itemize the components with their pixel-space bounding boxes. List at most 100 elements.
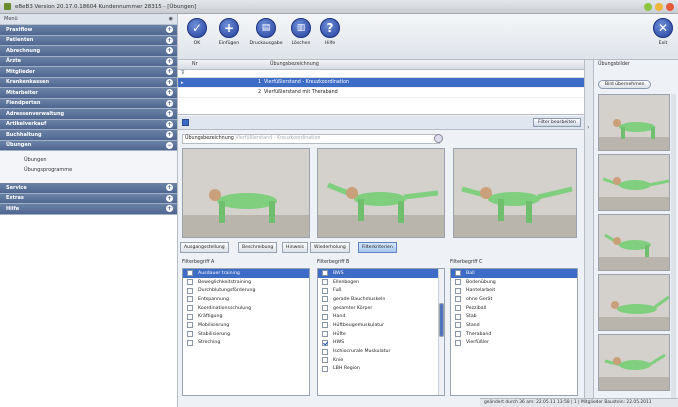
checkbox[interactable]: [187, 305, 193, 312]
list-item[interactable]: LBH Region: [318, 365, 444, 374]
checkbox[interactable]: [322, 279, 328, 286]
list-item[interactable]: Hüfte: [318, 330, 444, 339]
checkbox[interactable]: [187, 339, 193, 346]
sidebar-group-mitarbeiter[interactable]: Mitarbeiter +: [0, 88, 177, 99]
list-item[interactable]: Vierfüßler: [451, 339, 577, 348]
checkbox[interactable]: [322, 322, 328, 329]
expand-icon[interactable]: +: [166, 131, 173, 139]
checkbox-checked[interactable]: [322, 339, 328, 346]
checkbox[interactable]: [455, 305, 461, 312]
sidebar-group-fiendperten[interactable]: Fiendperten +: [0, 98, 177, 109]
edit-name-icon[interactable]: [434, 134, 443, 143]
checkbox[interactable]: [187, 313, 193, 320]
exit-button[interactable]: ✕ Exit: [648, 18, 678, 46]
sidebar-group-aerzte[interactable]: Ärzte +: [0, 56, 177, 67]
expand-icon[interactable]: +: [166, 110, 173, 118]
column-header-name[interactable]: Übungsbezeichnung: [270, 62, 319, 67]
list-item[interactable]: Entspannung: [183, 295, 309, 304]
expand-icon[interactable]: +: [166, 68, 173, 76]
list-item[interactable]: Knie: [318, 356, 444, 365]
collapse-icon[interactable]: ◉: [169, 16, 173, 22]
sidebar-group-extras[interactable]: Extras +: [0, 193, 177, 204]
sidebar-group-krankenkassen[interactable]: Krankenkassen +: [0, 77, 177, 88]
exercise-photo-3[interactable]: [453, 148, 577, 238]
checkbox[interactable]: [187, 279, 193, 286]
checkbox[interactable]: [455, 331, 461, 338]
list-item[interactable]: Hand: [318, 312, 444, 321]
tab-hinweis[interactable]: Hinweis: [282, 242, 308, 253]
expand-icon[interactable]: +: [166, 78, 173, 86]
checkbox[interactable]: [322, 296, 328, 303]
list-item[interactable]: Stabilisierung: [183, 330, 309, 339]
delete-button[interactable]: ▥ Löschen: [286, 18, 316, 46]
sidebar-group-abrechnung[interactable]: Abrechnung +: [0, 46, 177, 57]
checkbox[interactable]: [455, 339, 461, 346]
expand-icon[interactable]: +: [166, 89, 173, 97]
tab-ausgangsstellung[interactable]: Ausgangsstellung: [180, 242, 229, 253]
list-item[interactable]: Stab: [451, 312, 577, 321]
checkbox[interactable]: [455, 313, 461, 320]
list-item[interactable]: Theraband: [451, 330, 577, 339]
checkbox[interactable]: [322, 313, 328, 320]
checkbox[interactable]: [187, 287, 193, 294]
checkbox[interactable]: [455, 287, 461, 294]
checkbox[interactable]: [322, 357, 328, 364]
sidebar-group-adressen[interactable]: Adressenverwaltung +: [0, 109, 177, 120]
apply-image-button[interactable]: Bild übernehmen: [598, 80, 652, 89]
expand-icon[interactable]: +: [166, 184, 173, 192]
images-scrollbar[interactable]: [671, 94, 676, 407]
filter-b-scrollbar[interactable]: [438, 269, 444, 395]
checkbox[interactable]: [455, 279, 461, 286]
exercise-name-field[interactable]: Übungsbezeichnung Vierfüßlerstand - Kreu…: [182, 134, 440, 144]
close-window-button[interactable]: [666, 3, 674, 11]
sidebar-group-praxiflow[interactable]: Praxiflow +: [0, 25, 177, 36]
help-button[interactable]: ? Hilfe: [315, 18, 345, 46]
checkbox[interactable]: [322, 287, 328, 294]
chevron-right-icon[interactable]: ›: [587, 124, 589, 131]
checkbox[interactable]: [455, 270, 461, 277]
list-item[interactable]: Stand: [451, 321, 577, 330]
expand-icon[interactable]: +: [166, 47, 173, 55]
expand-icon[interactable]: +: [166, 120, 173, 128]
checkbox[interactable]: [455, 322, 461, 329]
list-item[interactable]: Koordinationsschulung: [183, 304, 309, 313]
thumbnail-image[interactable]: [598, 334, 670, 391]
list-item[interactable]: Beweglichkeitstraining: [183, 278, 309, 287]
insert-button[interactable]: + Einfügen: [214, 18, 244, 46]
checkbox[interactable]: [187, 322, 193, 329]
checkbox[interactable]: [455, 296, 461, 303]
list-item[interactable]: Hüftbeugemuskulatur: [318, 321, 444, 330]
filter-b-listbox[interactable]: BWS Ellenbogen Fuß gerade Bauchmuskeln g…: [317, 268, 445, 396]
expand-icon[interactable]: +: [166, 99, 173, 107]
tab-wiederholung[interactable]: Wiederholung: [310, 242, 350, 253]
filter-a-listbox[interactable]: Ausdauer training Beweglichkeitstraining…: [182, 268, 310, 396]
list-item[interactable]: Ellenbogen: [318, 278, 444, 287]
filter-checkbox[interactable]: [182, 119, 189, 126]
list-item[interactable]: BWS: [318, 269, 444, 278]
panel-splitter[interactable]: ›: [584, 60, 594, 407]
thumbnail-image[interactable]: [598, 274, 670, 331]
list-item[interactable]: Ischiocrurale Muskulatur: [318, 347, 444, 356]
sidebar-group-service[interactable]: Service +: [0, 183, 177, 194]
list-item[interactable]: Mobilisierung: [183, 321, 309, 330]
expand-icon[interactable]: +: [166, 205, 173, 213]
list-item[interactable]: gesamter Körper: [318, 304, 444, 313]
checkbox[interactable]: [322, 305, 328, 312]
thumbnail-image[interactable]: [598, 214, 670, 271]
tab-filterkriterien[interactable]: Filterkriterien: [358, 242, 397, 253]
sidebar-group-artikelverkauf[interactable]: Artikelverkauf +: [0, 119, 177, 130]
sidebar-item-uebungen[interactable]: Übungen: [0, 155, 177, 165]
list-item[interactable]: gerade Bauchmuskeln: [318, 295, 444, 304]
expand-icon[interactable]: +: [166, 26, 173, 34]
list-item[interactable]: Bodenübung: [451, 278, 577, 287]
expand-icon[interactable]: +: [166, 57, 173, 65]
list-item[interactable]: Streching: [183, 339, 309, 348]
checkbox[interactable]: [187, 331, 193, 338]
sidebar-group-patienten[interactable]: Patienten +: [0, 35, 177, 46]
tab-beschreibung[interactable]: Beschreibung: [238, 242, 278, 253]
ok-button[interactable]: ✓ OK: [182, 18, 212, 46]
list-item[interactable]: Pezziball: [451, 304, 577, 313]
thumbnail-image[interactable]: [598, 94, 670, 151]
checkbox[interactable]: [322, 331, 328, 338]
checkbox[interactable]: [322, 348, 328, 355]
